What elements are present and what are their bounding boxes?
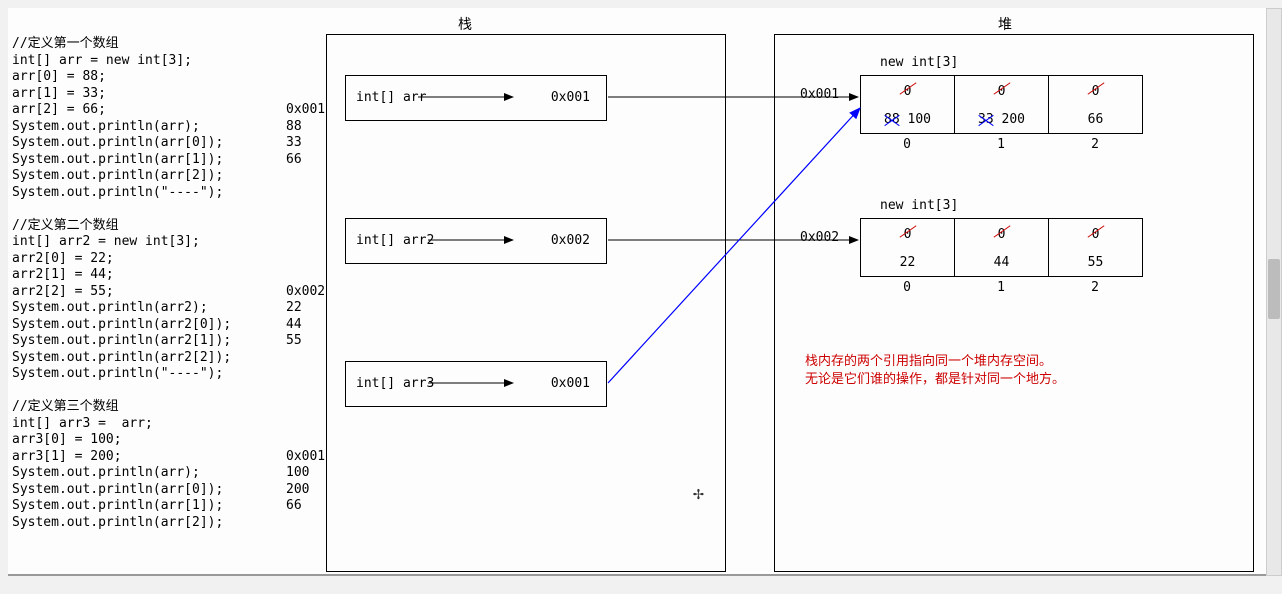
heap-cell: 0 22	[861, 219, 955, 277]
vertical-scrollbar[interactable]	[1266, 8, 1282, 576]
stack-var-arr2: int[] arr2 0x002	[345, 218, 607, 264]
strike-icon	[898, 81, 918, 95]
heap-array2-indices: 012	[860, 280, 1142, 295]
heap-array1-addr: 0x001	[800, 87, 839, 102]
heap-title: 堆	[998, 14, 1012, 34]
stack-var-label: int[] arr3	[356, 376, 434, 391]
strike-icon	[1086, 81, 1106, 95]
stack-region: int[] arr 0x001 int[] arr2 0x002 int[] a…	[326, 34, 726, 572]
heap-cell: 0 88 100	[861, 76, 955, 134]
strike-icon	[992, 224, 1012, 238]
scrollbar-thumb[interactable]	[1268, 259, 1280, 319]
heap-array1-decl: new int[3]	[880, 55, 958, 70]
heap-region: new int[3] 0x001 0 88 100 0 33 200	[774, 34, 1254, 572]
strike-icon	[1086, 224, 1106, 238]
stack-var-label: int[] arr	[356, 90, 426, 105]
stack-var-addr: 0x002	[551, 233, 590, 248]
stack-var-arr3: int[] arr3 0x001	[345, 361, 607, 407]
code-listing: //定义第一个数组 int[] arr = new int[3]; arr[0]…	[12, 36, 231, 531]
stack-title: 栈	[458, 14, 472, 34]
heap-array1: 0 88 100 0 33 200 0	[860, 75, 1143, 134]
heap-array2: 0 22 0 44 0 55	[860, 218, 1143, 277]
stack-var-addr: 0x001	[551, 376, 590, 391]
code-output-column: 0x001 88 33 66 0x002 22 44 55 0x001 100 …	[286, 36, 325, 515]
diagram-canvas: 栈 堆 //定义第一个数组 int[] arr = new int[3]; ar…	[8, 8, 1266, 576]
stack-var-arr: int[] arr 0x001	[345, 75, 607, 121]
cursor-cross-icon: ✢	[693, 483, 704, 504]
heap-cell: 0 44	[955, 219, 1049, 277]
strike-icon	[992, 81, 1012, 95]
strike-icon	[898, 224, 918, 238]
stack-var-addr: 0x001	[551, 90, 590, 105]
heap-array1-indices: 012	[860, 137, 1142, 152]
heap-array2-decl: new int[3]	[880, 198, 958, 213]
heap-array2-addr: 0x002	[800, 230, 839, 245]
stack-var-label: int[] arr2	[356, 233, 434, 248]
heap-note: 栈内存的两个引用指向同一个堆内存空间。 无论是它们谁的操作，都是针对同一个地方。	[805, 353, 1065, 389]
heap-cell: 0 33 200	[955, 76, 1049, 134]
heap-cell: 0 66	[1049, 76, 1143, 134]
heap-cell: 0 55	[1049, 219, 1143, 277]
